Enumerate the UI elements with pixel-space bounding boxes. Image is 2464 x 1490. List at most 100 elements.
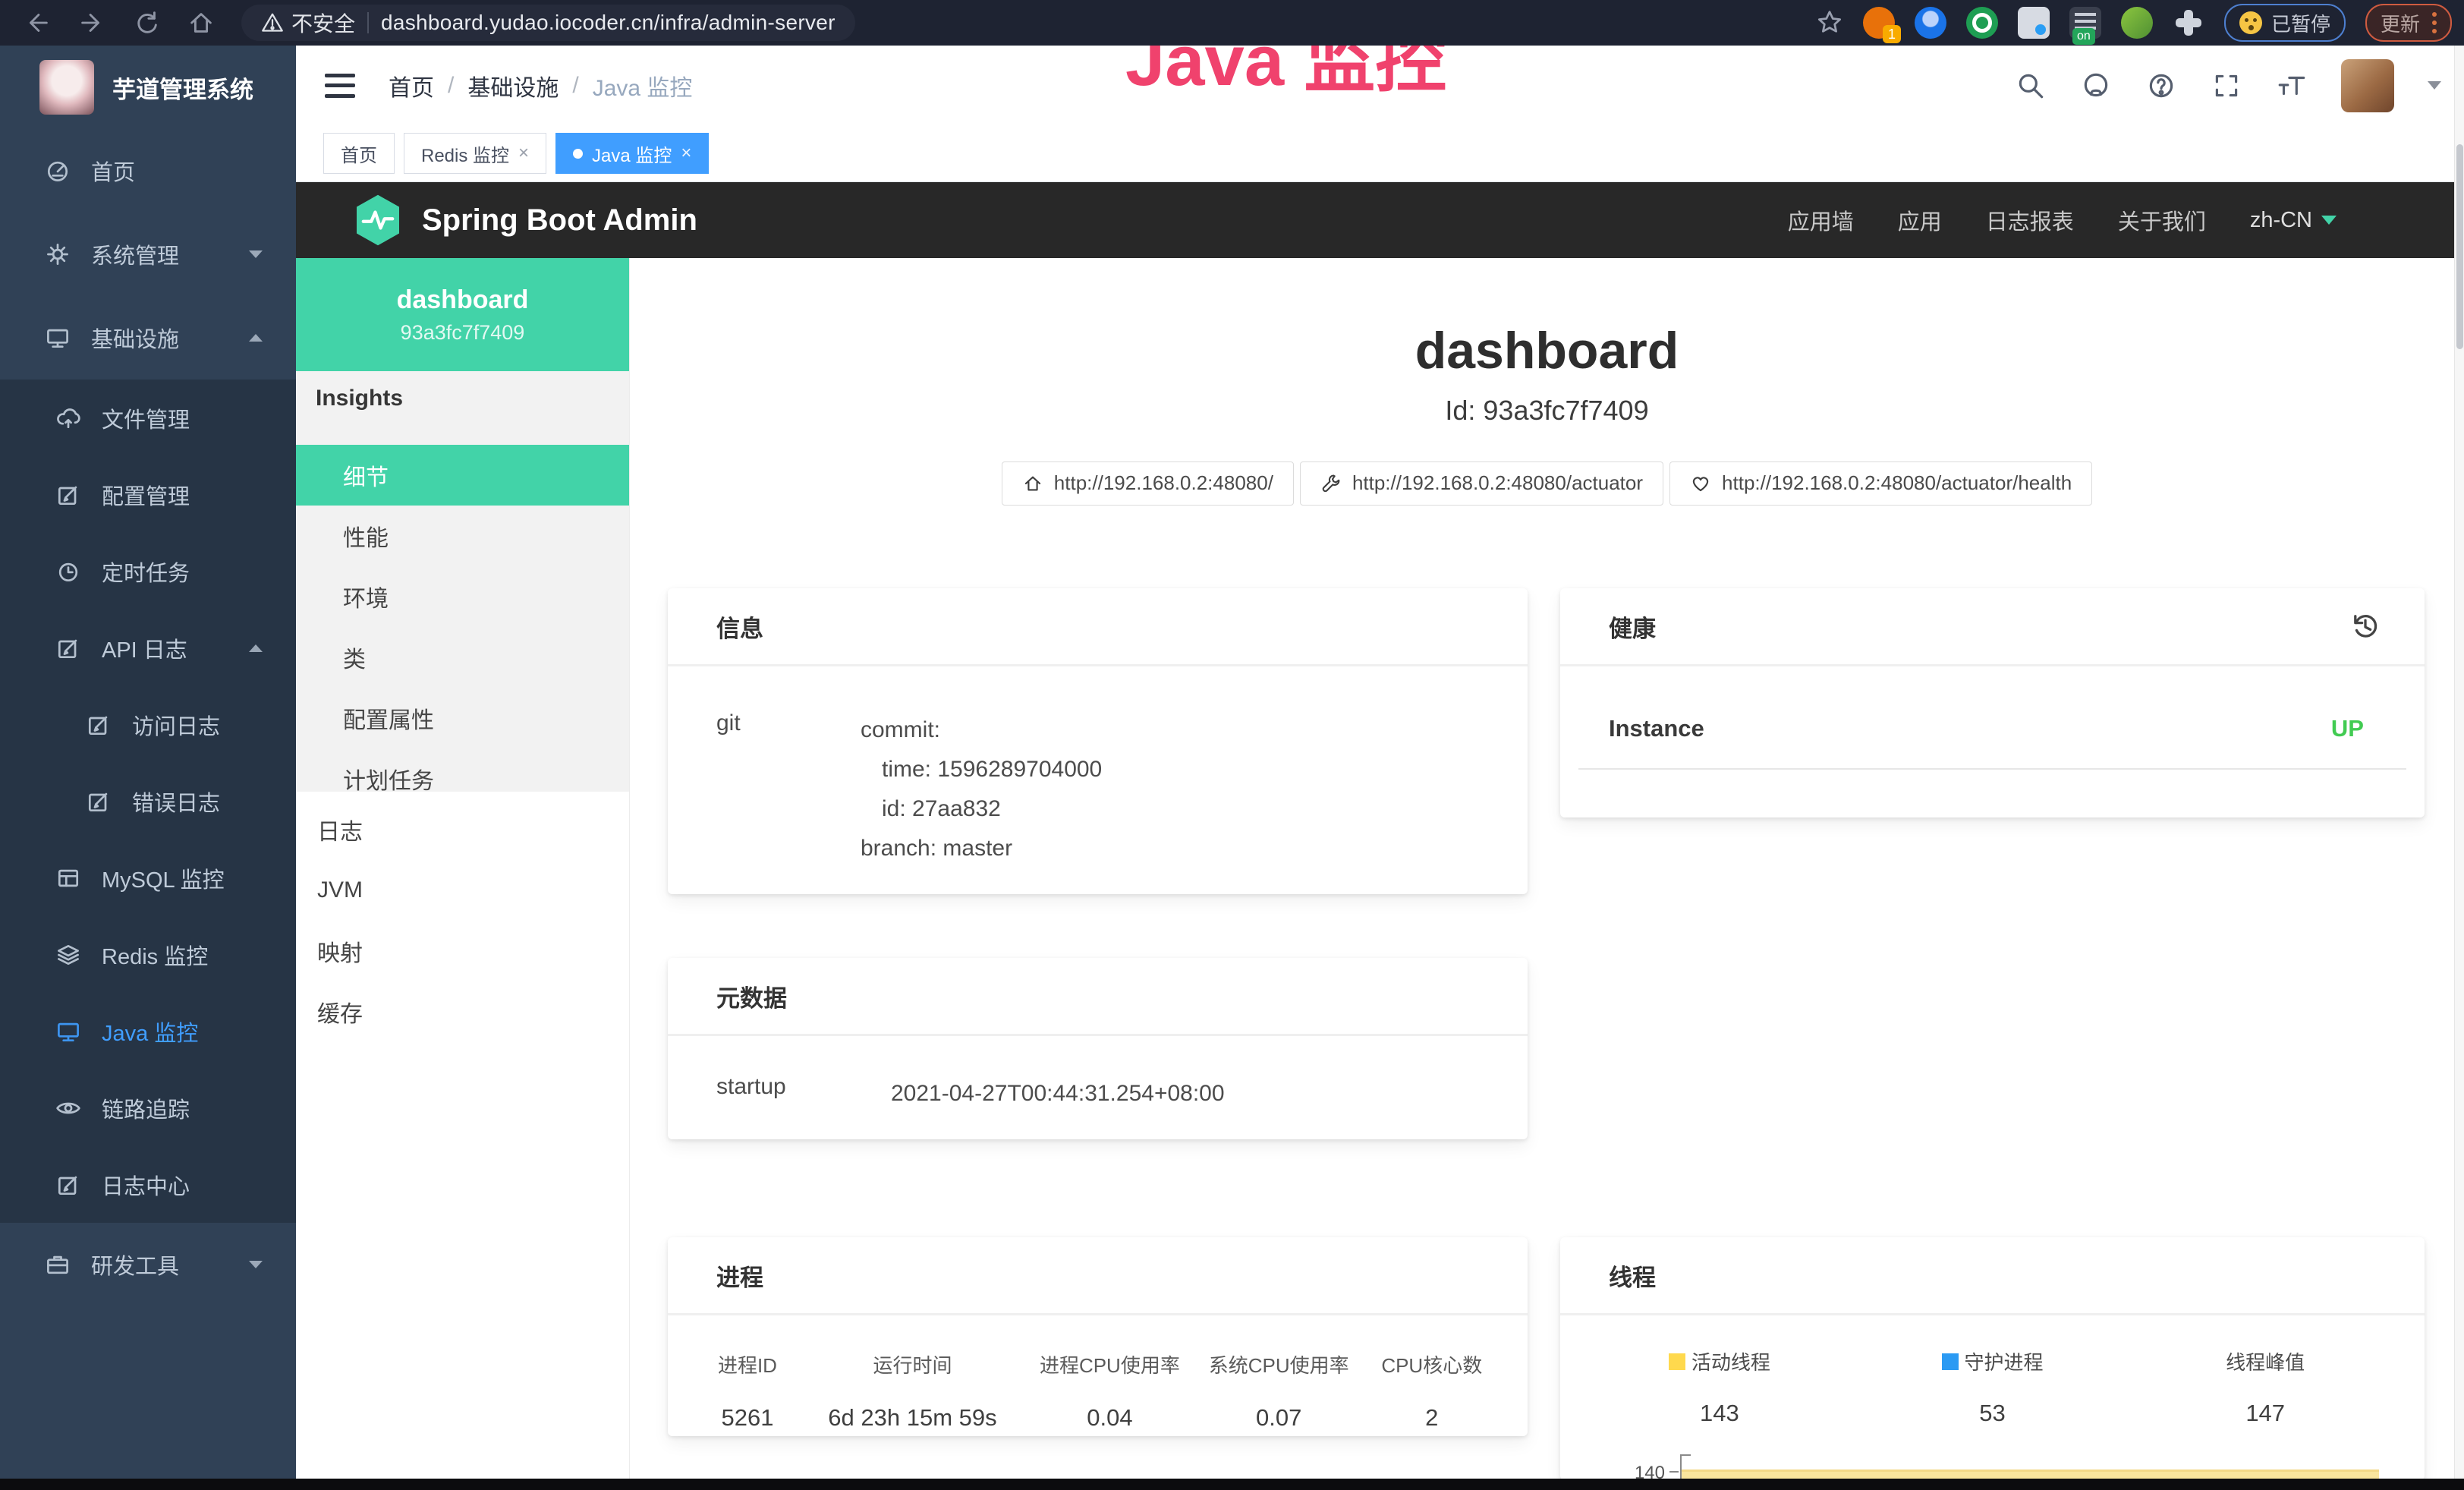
sidebar-item-devtools[interactable]: 研发工具 — [0, 1223, 296, 1306]
tab-java[interactable]: Java 监控 × — [555, 133, 709, 174]
stat-value: 53 — [1856, 1400, 2129, 1427]
extension-icon-list[interactable]: on — [2069, 7, 2101, 39]
clock-icon — [55, 558, 82, 585]
sidebar-item-mysql[interactable]: MySQL 监控 — [0, 840, 296, 916]
sba-item-jvm[interactable]: JVM — [296, 860, 629, 921]
extension-icon-leaf[interactable] — [2121, 7, 2153, 39]
info-panel-title: 信息 — [716, 610, 763, 644]
actuator-url-button[interactable]: http://192.168.0.2:48080/actuator — [1300, 461, 1663, 506]
sidebar-item-java[interactable]: Java 监控 — [0, 993, 296, 1069]
edit-icon — [85, 788, 112, 815]
sidebar-item-label: 定时任务 — [102, 556, 190, 587]
row-divider — [1578, 768, 2406, 770]
extension-icon-grid[interactable] — [2018, 7, 2050, 39]
extension-icon-orange[interactable]: 1 — [1863, 7, 1895, 39]
sidebar-item-system[interactable]: 系统管理 — [0, 213, 296, 296]
instance-url-button[interactable]: http://192.168.0.2:48080/ — [1002, 461, 1294, 506]
browser-menu-icon[interactable] — [2432, 12, 2437, 33]
extension-icon-pin[interactable] — [1915, 7, 1946, 39]
sidebar-item-log-center[interactable]: 日志中心 — [0, 1146, 296, 1223]
health-url-button[interactable]: http://192.168.0.2:48080/actuator/health — [1669, 461, 2092, 506]
heart-icon — [1690, 473, 1711, 494]
git-commit-line: commit: — [861, 710, 1102, 750]
sidebar-item-config[interactable]: 配置管理 — [0, 456, 296, 533]
val-uptime: 6d 23h 15m 59s — [800, 1404, 1025, 1432]
tab-label: Java 监控 — [592, 140, 672, 167]
sba-instance-header[interactable]: dashboard 93a3fc7f7409 — [296, 258, 629, 371]
sba-nav-wallboard[interactable]: 应用墙 — [1788, 204, 1854, 236]
sidebar-item-home[interactable]: 首页 — [0, 129, 296, 213]
git-branch-line: branch: master — [861, 829, 1102, 868]
sba-item-caches[interactable]: 缓存 — [296, 981, 629, 1042]
paused-pill[interactable]: 已暂停 — [2224, 4, 2346, 42]
address-bar[interactable]: 不安全 dashboard.yudao.iocoder.cn/infra/adm… — [241, 5, 855, 41]
tab-home[interactable]: 首页 — [323, 133, 395, 174]
sba-nav-about[interactable]: 关于我们 — [2118, 204, 2206, 236]
sidebar-item-infra[interactable]: 基础设施 — [0, 296, 296, 380]
sidebar-item-trace[interactable]: 链路追踪 — [0, 1069, 296, 1146]
sidebar-item-access-log[interactable]: 访问日志 — [0, 686, 296, 763]
threads-live-stat: 活动线程 143 — [1583, 1347, 1856, 1427]
stat-label: 线程峰值 — [2226, 1347, 2305, 1375]
process-table-header: 进程ID 运行时间 进程CPU使用率 系统CPU使用率 CPU核心数 — [695, 1350, 1500, 1378]
sba-item-details[interactable]: 细节 — [296, 445, 629, 506]
tab-close-icon[interactable]: × — [518, 143, 529, 164]
sba-item-mappings[interactable]: 映射 — [296, 921, 629, 981]
sba-item-logs[interactable]: 日志 — [296, 799, 629, 860]
github-icon[interactable] — [2080, 70, 2112, 102]
sba-locale-select[interactable]: zh-CN — [2250, 208, 2337, 233]
window-bottom-edge — [0, 1479, 2464, 1490]
bookmark-star-icon[interactable] — [1816, 9, 1843, 36]
sidebar-item-label: Redis 监控 — [102, 939, 208, 971]
sidebar-item-label: 基础设施 — [91, 322, 179, 354]
sidebar-item-label: 链路追踪 — [102, 1092, 190, 1124]
user-avatar[interactable] — [2341, 59, 2394, 112]
history-icon[interactable] — [2349, 610, 2382, 643]
fullscreen-icon[interactable] — [2211, 70, 2242, 102]
sba-nav-journal[interactable]: 日志报表 — [1986, 204, 2074, 236]
info-row-label: git — [716, 710, 861, 868]
sba-item-config-props[interactable]: 配置属性 — [296, 688, 629, 748]
browser-reload-icon[interactable] — [132, 8, 161, 37]
tab-redis[interactable]: Redis 监控 × — [404, 133, 546, 174]
browser-home-icon[interactable] — [187, 8, 216, 37]
git-time-line: time: 1596289704000 — [861, 750, 1102, 789]
sidebar-item-api-log[interactable]: API 日志 — [0, 610, 296, 686]
sidebar-item-files[interactable]: 文件管理 — [0, 380, 296, 456]
browser-forward-icon[interactable] — [77, 8, 106, 37]
sba-item-metrics[interactable]: 性能 — [296, 506, 629, 566]
val-pid: 5261 — [695, 1404, 800, 1432]
breadcrumb-infra[interactable]: 基础设施 — [467, 69, 559, 102]
tab-close-icon[interactable]: × — [681, 143, 691, 164]
app-logo — [39, 60, 94, 115]
edit-icon — [55, 635, 82, 662]
user-menu-caret-icon[interactable] — [2428, 81, 2441, 90]
sba-root-menu: 日志 JVM 映射 缓存 — [296, 792, 629, 1042]
health-url: http://192.168.0.2:48080/actuator/health — [1722, 471, 2072, 495]
sba-nav-applications[interactable]: 应用 — [1898, 204, 1942, 236]
extension-on-badge: on — [2072, 28, 2095, 45]
browser-back-icon[interactable] — [23, 8, 52, 37]
val-cpu-cores: 2 — [1364, 1404, 1500, 1432]
search-icon[interactable] — [2015, 70, 2047, 102]
sidebar-item-label: 配置管理 — [102, 479, 190, 511]
update-button[interactable]: 更新 — [2365, 4, 2452, 42]
sba-section-insights[interactable]: Insights — [296, 371, 629, 425]
sba-item-classes[interactable]: 类 — [296, 627, 629, 688]
col-pid: 进程ID — [695, 1350, 800, 1378]
scrollbar-thumb[interactable] — [2456, 144, 2463, 349]
monitor-icon — [44, 324, 71, 351]
page-scrollbar — [2454, 46, 2464, 1479]
hamburger-icon[interactable] — [325, 74, 355, 98]
app-logo-row[interactable]: 芋道管理系统 — [0, 46, 296, 129]
help-icon[interactable] — [2145, 70, 2177, 102]
sidebar-item-redis[interactable]: Redis 监控 — [0, 916, 296, 993]
chevron-down-icon — [249, 250, 263, 258]
extension-icon-green-circle[interactable] — [1966, 7, 1998, 39]
sidebar-item-jobs[interactable]: 定时任务 — [0, 533, 296, 610]
extensions-puzzle-icon[interactable] — [2173, 7, 2204, 39]
font-size-icon[interactable] — [2276, 70, 2308, 102]
sidebar-item-error-log[interactable]: 错误日志 — [0, 763, 296, 840]
sba-item-environment[interactable]: 环境 — [296, 566, 629, 627]
breadcrumb-home[interactable]: 首页 — [389, 69, 434, 102]
